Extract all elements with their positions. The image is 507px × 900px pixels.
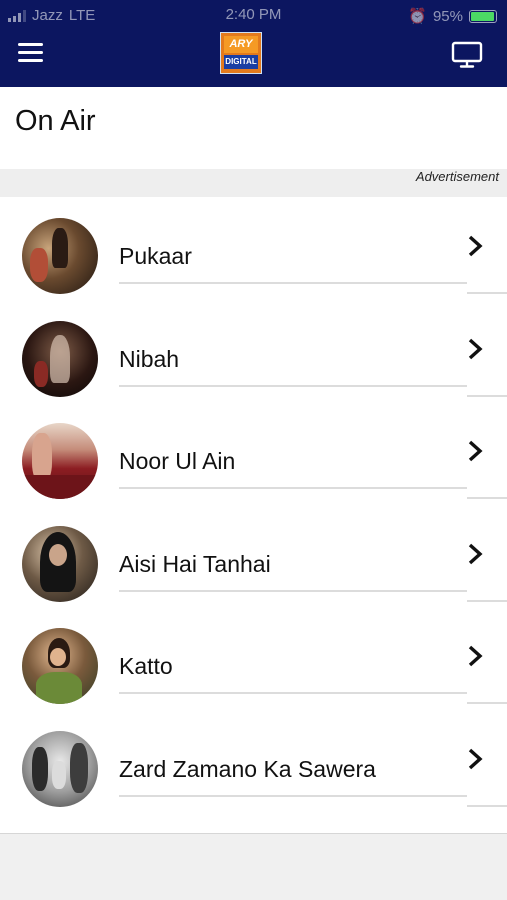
row-separator-end <box>467 804 507 807</box>
chevron-right-icon <box>468 338 483 359</box>
show-title: Noor Ul Ain <box>119 448 236 474</box>
title-area: On Air <box>0 87 507 169</box>
row-separator-end <box>467 497 507 499</box>
show-title: Nibah <box>119 345 180 372</box>
row-separator <box>119 589 467 592</box>
row-separator <box>119 487 467 489</box>
chevron-right-icon <box>468 235 483 257</box>
list-item[interactable]: Nibah <box>0 300 507 403</box>
alarm-icon: ⏰ <box>408 8 427 25</box>
logo-bottom-text: DIGITAL <box>224 55 258 69</box>
show-thumbnail <box>22 628 98 704</box>
ad-label: Advertisement <box>415 169 499 184</box>
show-thumbnail <box>22 730 98 807</box>
list-bottom-border <box>0 833 507 834</box>
row-separator <box>119 384 467 387</box>
row-separator <box>119 282 467 284</box>
show-title: Katto <box>119 653 173 679</box>
show-title: Zard Zamano Ka Sawera <box>119 755 376 782</box>
show-title: Aisi Hai Tanhai <box>119 550 271 577</box>
ad-strip: Advertisement <box>0 169 507 197</box>
ary-digital-logo: ARY DIGITAL <box>220 32 262 74</box>
list-item[interactable]: Aisi Hai Tanhai <box>0 505 507 608</box>
hamburger-menu-icon[interactable] <box>18 43 43 63</box>
list-item[interactable]: Noor Ul Ain <box>0 402 507 505</box>
status-bar: Jazz LTE 2:40 PM ⏰ 95% <box>0 0 507 30</box>
show-thumbnail <box>22 423 98 499</box>
show-thumbnail <box>22 218 98 294</box>
row-separator <box>119 794 467 797</box>
battery-icon <box>469 9 497 23</box>
chevron-right-icon <box>468 645 483 667</box>
page-title: On Air <box>15 105 96 137</box>
list-item[interactable]: Pukaar <box>0 197 507 300</box>
list-item[interactable]: Zard Zamano Ka Sawera <box>0 710 507 813</box>
chevron-right-icon <box>468 440 483 462</box>
app-header: Jazz LTE 2:40 PM ⏰ 95% ARY DIGITAL <box>0 0 507 87</box>
chevron-right-icon <box>468 543 483 564</box>
row-separator-end <box>467 599 507 602</box>
row-separator-end <box>467 394 507 397</box>
status-right: ⏰ 95% <box>408 7 497 25</box>
shows-list: Pukaar Nibah Noor Ul Ain Aisi Hai Tanhai <box>0 197 507 833</box>
row-separator-end <box>467 702 507 704</box>
row-separator-end <box>467 292 507 294</box>
tv-screen-icon[interactable] <box>451 41 483 69</box>
logo-top-text: ARY <box>224 36 258 53</box>
row-separator <box>119 692 467 694</box>
chevron-right-icon <box>468 748 483 769</box>
list-item[interactable]: Katto <box>0 607 507 710</box>
show-thumbnail <box>22 320 98 397</box>
show-title: Pukaar <box>119 243 192 269</box>
show-thumbnail <box>22 525 98 602</box>
battery-percent: 95% <box>432 7 463 25</box>
